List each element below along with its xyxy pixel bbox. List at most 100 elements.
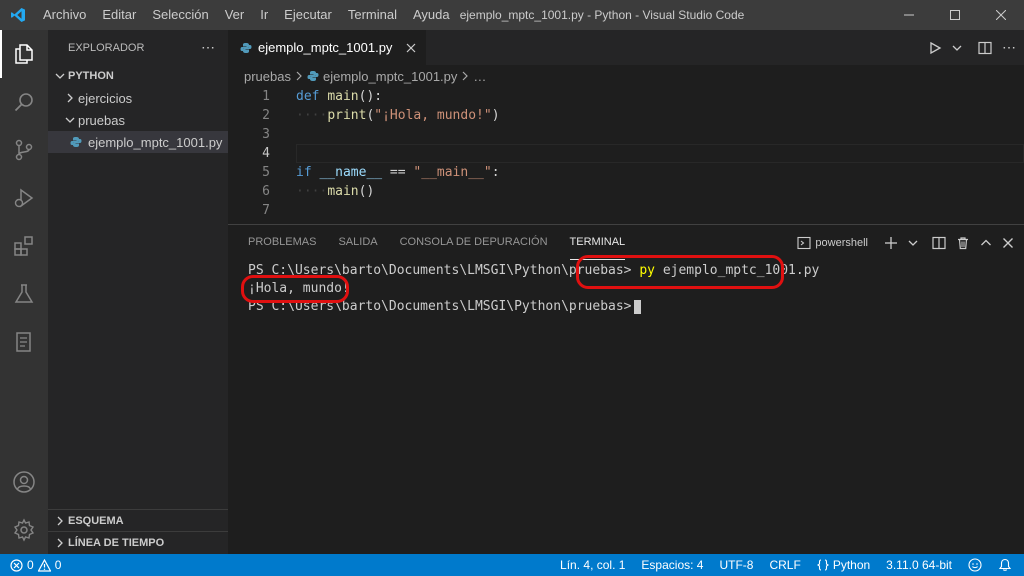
editor-tabs: ejemplo_mptc_1001.py ⋯ (228, 30, 1024, 65)
tab-terminal[interactable]: TERMINAL (569, 225, 626, 260)
terminal-output[interactable]: PS C:\Users\barto\Documents\LMSGI\Python… (228, 260, 1024, 316)
bottom-panel: PROBLEMAS SALIDA CONSOLA DE DEPURACIÓN T… (228, 224, 1024, 554)
breadcrumb-folder[interactable]: pruebas (244, 69, 291, 84)
warning-icon (37, 558, 51, 572)
code-token: __name__ (319, 165, 383, 180)
code-token: def (296, 89, 320, 104)
outline-section[interactable]: ESQUEMA (48, 510, 228, 532)
line-number: 3 (262, 127, 270, 142)
close-tab-icon[interactable] (406, 43, 416, 53)
menu-ver[interactable]: Ver (217, 0, 253, 30)
code-token: (): (358, 89, 383, 104)
tree-folder-ejercicios[interactable]: ejercicios (48, 87, 228, 109)
trash-icon[interactable] (956, 236, 970, 250)
search-icon[interactable] (0, 78, 48, 126)
tree-folder-pruebas[interactable]: pruebas (48, 109, 228, 131)
code-token: "¡Hola, mundo!" (374, 108, 492, 123)
extensions-icon[interactable] (0, 222, 48, 270)
run-python-file-button[interactable] (928, 41, 942, 55)
source-control-icon[interactable] (0, 126, 48, 174)
breadcrumb-file[interactable]: ejemplo_mptc_1001.py (323, 69, 457, 84)
line-number: 1 (262, 89, 270, 104)
code-token: main (327, 89, 359, 104)
cursor-position[interactable]: Lín. 4, col. 1 (552, 554, 633, 576)
indentation[interactable]: Espacios: 4 (633, 554, 711, 576)
shell-name: powershell (815, 236, 868, 249)
chevron-right-icon (461, 71, 469, 81)
warning-count: 0 (54, 558, 62, 572)
code-token: ) (491, 108, 500, 123)
code-token: print (327, 108, 367, 123)
code-editor[interactable]: 1 def main(): 2 ····print("¡Hola, mundo!… (228, 87, 1024, 220)
breadcrumb-more[interactable]: … (473, 69, 486, 84)
vscode-logo-icon (0, 0, 35, 30)
menu-terminal[interactable]: Terminal (340, 0, 405, 30)
problems-status[interactable]: 0 0 (0, 558, 61, 572)
feedback-icon[interactable] (960, 554, 990, 576)
python-file-icon (70, 136, 88, 148)
new-terminal-icon[interactable] (884, 236, 898, 250)
project-section[interactable]: PYTHON (48, 65, 228, 87)
explorer-icon[interactable] (0, 30, 48, 78)
code-token: : (491, 165, 500, 180)
testing-icon[interactable] (0, 270, 48, 318)
minimize-button[interactable] (886, 0, 932, 30)
tab-problemas[interactable]: PROBLEMAS (248, 225, 316, 260)
title-bar: Archivo Editar Selección Ver Ir Ejecutar… (0, 0, 1024, 30)
line-number: 7 (262, 203, 270, 218)
menu-ejecutar[interactable]: Ejecutar (276, 0, 340, 30)
terminal-icon (797, 236, 811, 249)
code-token: () (358, 184, 375, 199)
error-icon (10, 558, 23, 572)
terminal-program-output: ¡Hola, mundo! (248, 281, 350, 296)
code-token: if (296, 165, 312, 180)
more-actions-icon[interactable]: ⋯ (201, 39, 216, 56)
panel-actions: powershell (797, 225, 1014, 260)
project-name: PYTHON (68, 70, 114, 82)
maximize-button[interactable] (932, 0, 978, 30)
python-interpreter[interactable]: 3.11.0 64-bit (878, 554, 960, 576)
code-token: "__main__" (413, 165, 492, 180)
editor-area: ejemplo_mptc_1001.py ⋯ pruebas ejemplo_m… (228, 30, 1024, 224)
settings-gear-icon[interactable] (0, 506, 48, 554)
end-of-line[interactable]: CRLF (761, 554, 808, 576)
tab-salida[interactable]: SALIDA (338, 225, 377, 260)
chevron-down-icon[interactable] (952, 43, 962, 53)
code-token: == (382, 165, 414, 180)
explorer-title: EXPLORADOR (68, 41, 145, 54)
close-button[interactable] (978, 0, 1024, 30)
menu-ayuda[interactable]: Ayuda (405, 0, 458, 30)
menu-seleccion[interactable]: Selección (144, 0, 216, 30)
tab-ejemplo[interactable]: ejemplo_mptc_1001.py (228, 30, 427, 65)
close-panel-icon[interactable] (1002, 237, 1014, 249)
timeline-section[interactable]: LÍNEA DE TIEMPO (48, 532, 228, 554)
encoding[interactable]: UTF-8 (711, 554, 761, 576)
terminal-shell-selector[interactable]: powershell (797, 236, 868, 250)
status-bar: 0 0 Lín. 4, col. 1 Espacios: 4 UTF-8 CRL… (0, 554, 1024, 576)
split-editor-icon[interactable] (978, 41, 992, 55)
code-line: 3 (228, 125, 1024, 144)
explorer-header: EXPLORADOR ⋯ (48, 30, 228, 65)
editor-actions: ⋯ (928, 30, 1016, 65)
menu-editar[interactable]: Editar (94, 0, 144, 30)
tree-file-ejemplo[interactable]: ejemplo_mptc_1001.py (48, 131, 228, 153)
remote-explorer-icon[interactable] (0, 318, 48, 366)
more-actions-icon[interactable]: ⋯ (1002, 39, 1016, 56)
status-bar-right: Lín. 4, col. 1 Espacios: 4 UTF-8 CRLF Py… (552, 554, 1024, 576)
timeline-label: LÍNEA DE TIEMPO (68, 537, 165, 549)
tab-consola-depuracion[interactable]: CONSOLA DE DEPURACIÓN (400, 225, 548, 260)
notifications-bell-icon[interactable] (990, 554, 1024, 576)
python-file-icon (307, 70, 319, 82)
panel-tabs: PROBLEMAS SALIDA CONSOLA DE DEPURACIÓN T… (228, 225, 1024, 260)
maximize-panel-icon[interactable] (980, 237, 992, 249)
run-debug-icon[interactable] (0, 174, 48, 222)
split-terminal-icon[interactable] (932, 236, 946, 250)
language-mode[interactable]: Python (809, 554, 878, 576)
menu-archivo[interactable]: Archivo (35, 0, 94, 30)
chevron-down-icon[interactable] (908, 238, 918, 248)
menu-ir[interactable]: Ir (252, 0, 276, 30)
account-icon[interactable] (0, 458, 48, 506)
menu-bar: Archivo Editar Selección Ver Ir Ejecutar… (35, 0, 458, 30)
python-file-icon (240, 42, 252, 54)
chevron-right-icon (52, 538, 68, 548)
